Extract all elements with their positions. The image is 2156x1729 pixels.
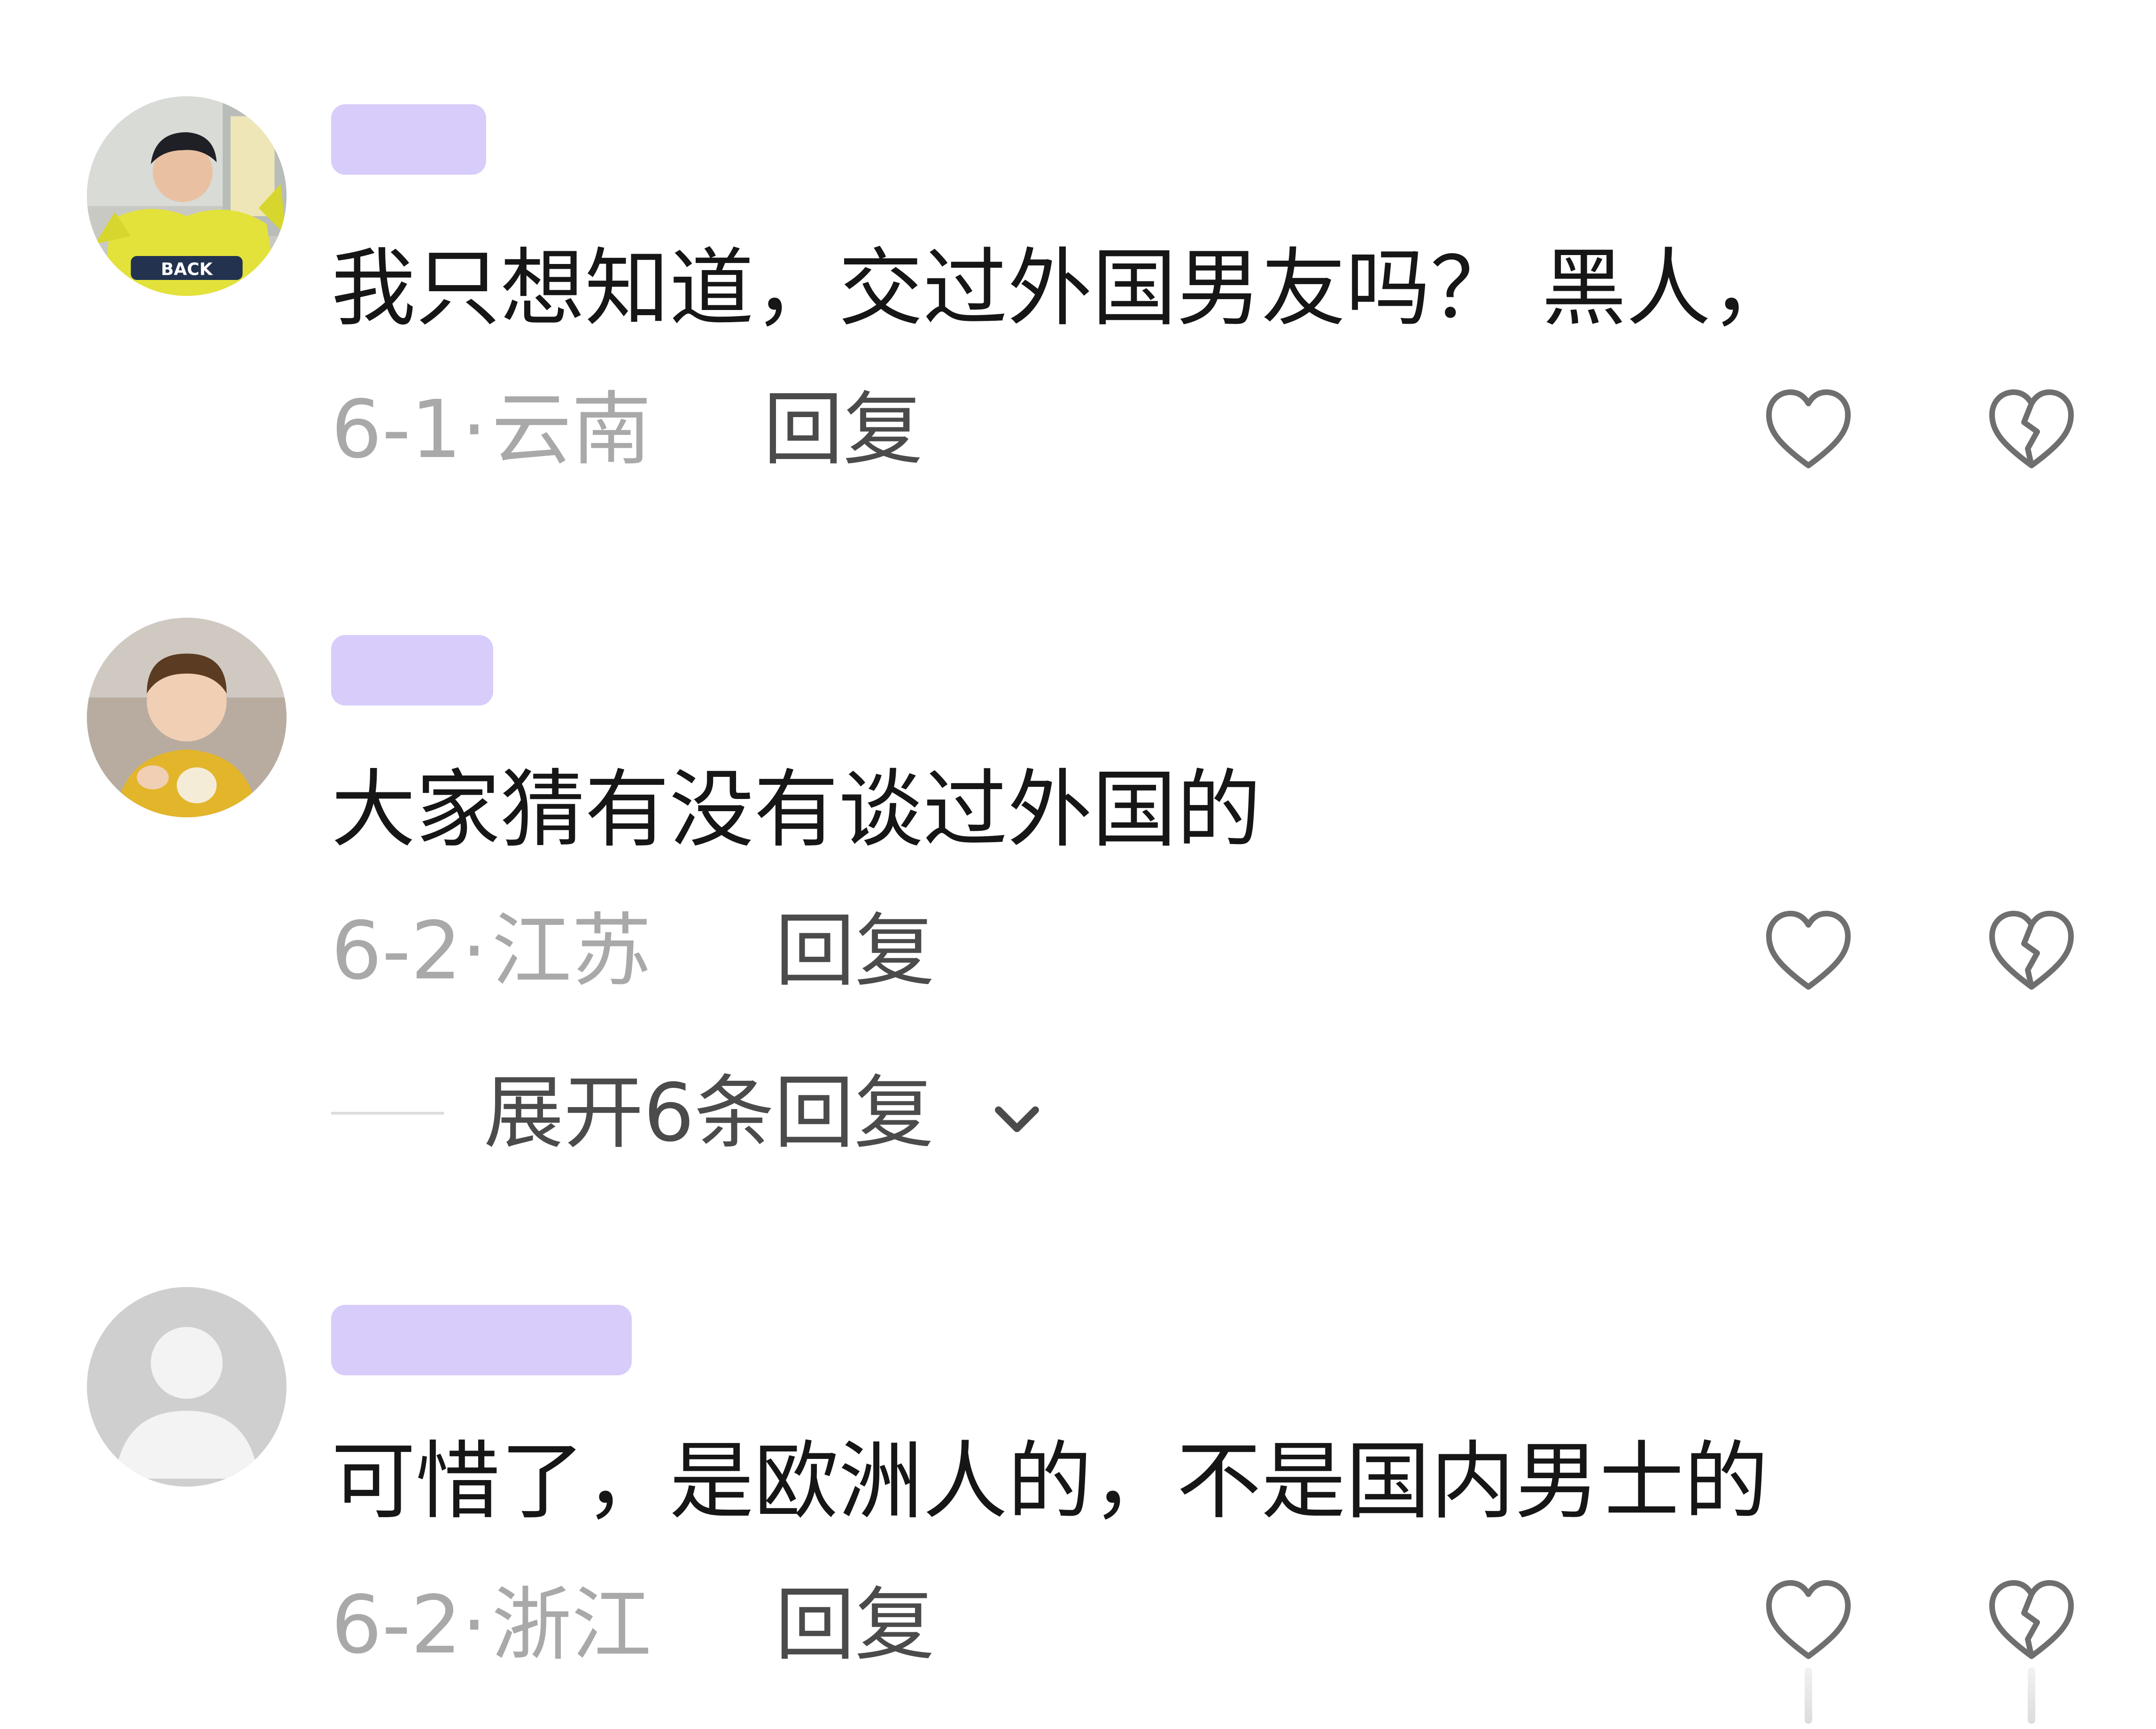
username-redacted[interactable] [331,635,493,706]
heart-outline-icon[interactable] [1759,383,1858,477]
broken-heart-icon[interactable] [1982,1574,2081,1667]
meta-separator: · [461,383,487,476]
expand-divider [331,1112,444,1115]
avatar-boy-image: BACK [87,96,287,296]
reply-button[interactable]: 回复 [763,383,923,477]
user-avatar[interactable]: BACK [87,96,287,296]
avatar-default-image [87,1287,287,1487]
broken-heart-icon[interactable] [1982,904,2081,998]
username-redacted[interactable] [331,104,486,175]
comment-region: 江苏 [491,905,651,998]
meta-separator: · [461,905,487,998]
comment-date: 6-1 [331,383,462,476]
heart-outline-icon[interactable] [1759,904,1858,998]
chevron-down-icon[interactable] [984,1085,1050,1151]
comment-date: 6-2 [331,1579,462,1672]
avatar-toddler-image [87,618,287,817]
expand-replies-label[interactable]: 展开6条回复 [484,1066,934,1160]
reply-button[interactable]: 回复 [775,904,935,998]
broken-heart-icon[interactable] [1982,383,2081,477]
heart-outline-icon[interactable] [1759,1574,1858,1667]
comment-meta: 6-1·云南 [331,383,651,477]
comment-text: 大家猜有没有谈过外国的 [331,761,1262,859]
comment-date: 6-2 [331,905,462,998]
meta-separator: · [461,1579,487,1672]
scroll-indicator [1805,1667,1812,1724]
comment-meta: 6-2·浙江 [331,1578,651,1672]
comment-region: 浙江 [491,1579,651,1672]
comment-text: 我只想知道，交过外国男友吗？ 黑人， [331,240,1796,338]
comment-region: 云南 [491,383,651,476]
scroll-indicator [2028,1667,2035,1724]
reply-button[interactable]: 回复 [775,1578,935,1672]
svg-text:BACK: BACK [161,259,214,279]
comment-meta: 6-2·江苏 [331,904,651,998]
user-avatar[interactable] [87,618,287,817]
expand-replies[interactable]: 展开6条回复 [331,1066,1083,1160]
comment-text: 可惜了，是欧洲人的，不是国内男士的 [331,1433,1769,1531]
user-avatar[interactable] [87,1287,287,1487]
username-redacted[interactable] [331,1305,632,1375]
